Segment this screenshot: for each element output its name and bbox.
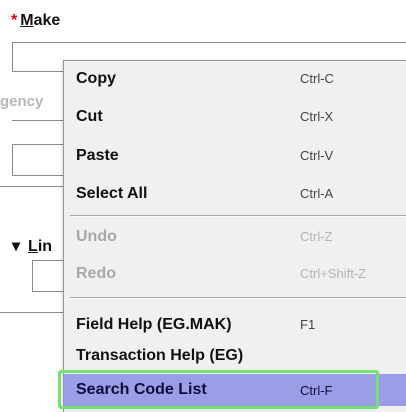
menu-separator bbox=[70, 215, 406, 217]
lower-divider bbox=[0, 312, 64, 313]
menu-item-shortcut: F1 bbox=[300, 317, 316, 332]
menu-item-undo: Undo Ctrl-Z bbox=[64, 221, 406, 252]
lin-arrow-icon: ▾ bbox=[12, 238, 21, 255]
menu-item-label: Paste bbox=[76, 146, 119, 164]
agency-label: gency bbox=[0, 93, 44, 110]
menu-item-copy[interactable]: Copy Ctrl-C bbox=[64, 63, 406, 94]
menu-item-cut[interactable]: Cut Ctrl-X bbox=[64, 101, 406, 132]
menu-item-search-code-list[interactable]: Search Code List Ctrl-F bbox=[64, 374, 406, 406]
menu-item-redo: Redo Ctrl+Shift-Z bbox=[64, 258, 406, 289]
menu-separator bbox=[70, 297, 406, 299]
menu-item-label: Cut bbox=[76, 107, 103, 125]
lin-label-mnemonic: L bbox=[28, 238, 38, 255]
menu-item-shortcut: Ctrl-X bbox=[300, 109, 334, 124]
menu-item-label: Field Help (EG.MAK) bbox=[76, 315, 232, 333]
make-label-mnemonic: M bbox=[20, 12, 34, 29]
menu-item-shortcut: Ctrl-Z bbox=[300, 229, 333, 244]
make-label-text: ake bbox=[33, 12, 61, 29]
required-indicator: * bbox=[11, 12, 18, 29]
menu-item-shortcut: Ctrl-V bbox=[300, 148, 334, 163]
menu-item-field-help[interactable]: Field Help (EG.MAK) F1 bbox=[64, 309, 406, 340]
menu-item-label: Redo bbox=[76, 264, 116, 282]
lin-label-text: in bbox=[37, 238, 53, 255]
context-menu: Copy Ctrl-C Cut Ctrl-X Paste Ctrl-V Sele… bbox=[58, 60, 406, 412]
menu-item-label: Copy bbox=[76, 69, 116, 87]
section-divider bbox=[0, 186, 64, 187]
lin-label: ▾ Lin bbox=[12, 236, 52, 256]
menu-item-shortcut: Ctrl-C bbox=[300, 71, 334, 86]
menu-item-label: Select All bbox=[76, 184, 148, 202]
menu-item-shortcut: Ctrl-A bbox=[300, 186, 334, 201]
menu-item-shortcut: Ctrl-F bbox=[300, 382, 333, 398]
menu-item-label: Undo bbox=[76, 227, 117, 245]
agency-field-divider bbox=[12, 120, 64, 121]
menu-item-label: Search Code List bbox=[76, 381, 207, 398]
menu-item-select-all[interactable]: Select All Ctrl-A bbox=[64, 178, 406, 209]
menu-item-label: Transaction Help (EG) bbox=[76, 346, 244, 364]
menu-item-paste[interactable]: Paste Ctrl-V bbox=[64, 140, 406, 171]
menu-item-shortcut: Ctrl+Shift-Z bbox=[300, 266, 367, 281]
make-label: * Make bbox=[11, 12, 60, 30]
menu-item-transaction-help[interactable]: Transaction Help (EG) bbox=[64, 340, 406, 371]
